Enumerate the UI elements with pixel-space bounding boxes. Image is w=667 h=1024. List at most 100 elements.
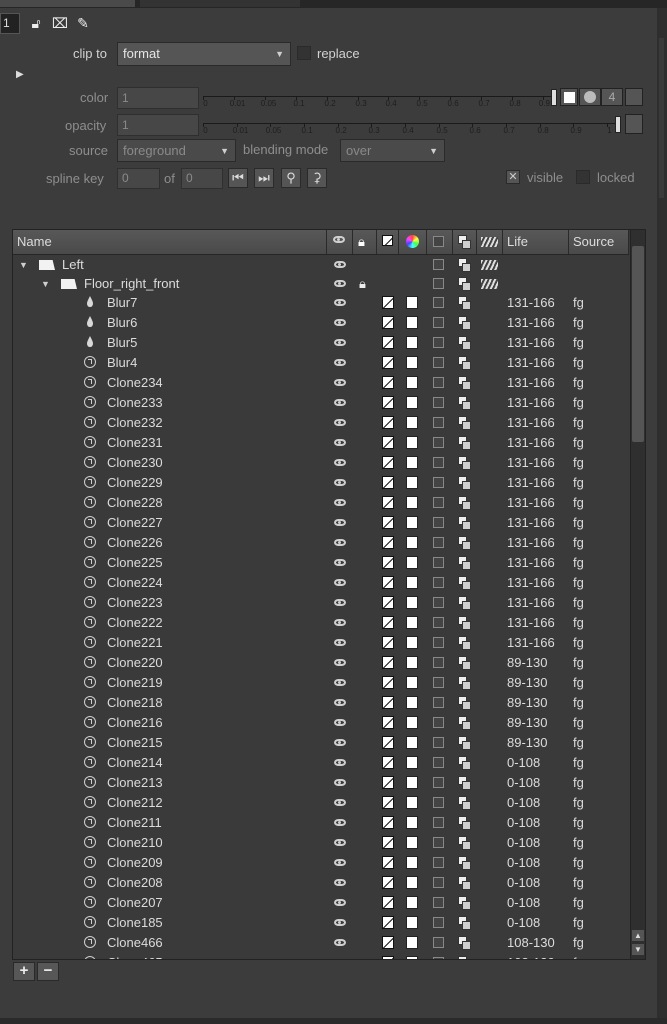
table-row[interactable]: Clone228 131-166 fg (13, 493, 629, 513)
overlay-toggle[interactable] (433, 457, 444, 468)
color-swatch[interactable] (406, 776, 418, 789)
channel-count-button[interactable]: 4 (601, 88, 623, 106)
eye-icon[interactable] (334, 959, 346, 960)
overlay-toggle[interactable] (433, 757, 444, 768)
table-row[interactable]: Clone466 108-130 fg (13, 933, 629, 953)
motionblur-toggle[interactable] (458, 296, 471, 310)
motionblur-toggle[interactable] (458, 776, 471, 790)
header-lock[interactable]: 🔒︎ (353, 230, 377, 254)
overlay-toggle[interactable] (433, 717, 444, 728)
eye-icon[interactable] (334, 699, 346, 706)
invert-toggle[interactable] (382, 856, 394, 869)
motionblur-toggle[interactable] (458, 456, 471, 470)
overlay-toggle[interactable] (433, 557, 444, 568)
eye-icon[interactable] (334, 899, 346, 906)
invert-toggle[interactable] (382, 736, 394, 749)
eye-icon[interactable] (334, 859, 346, 866)
panel-scrollbar[interactable] (657, 8, 667, 1018)
overlay-toggle[interactable] (433, 797, 444, 808)
eye-icon[interactable] (334, 799, 346, 806)
color-wheel-button[interactable] (579, 88, 601, 106)
invert-toggle[interactable] (382, 776, 394, 789)
eye-icon[interactable] (334, 539, 346, 546)
motionblur-toggle[interactable] (458, 536, 471, 550)
invert-toggle[interactable] (382, 596, 394, 609)
motionblur-toggle[interactable] (458, 656, 471, 670)
color-swatch[interactable] (406, 336, 418, 349)
eye-icon[interactable] (334, 280, 346, 287)
overlay-toggle[interactable] (433, 357, 444, 368)
invert-toggle[interactable] (382, 396, 394, 409)
motionblur-toggle[interactable] (458, 596, 471, 610)
overlay-toggle[interactable] (433, 477, 444, 488)
blending-mode-dropdown[interactable]: over ▼ (340, 139, 445, 162)
overlay-toggle[interactable] (433, 657, 444, 668)
overlay-toggle[interactable] (433, 777, 444, 788)
eye-icon[interactable] (334, 319, 346, 326)
header-color[interactable] (399, 230, 427, 254)
overlay-toggle[interactable] (433, 917, 444, 928)
color-swatch[interactable] (406, 796, 418, 809)
color-swatch[interactable] (406, 956, 418, 959)
color-swatch[interactable] (406, 516, 418, 529)
table-row[interactable]: Clone226 131-166 fg (13, 533, 629, 553)
table-row[interactable]: Clone185 0-108 fg (13, 913, 629, 933)
add-button[interactable]: + (13, 962, 35, 981)
tab-properties[interactable] (0, 0, 135, 7)
eye-icon[interactable] (334, 379, 346, 386)
remove-button[interactable]: − (37, 962, 59, 981)
eye-icon[interactable] (334, 919, 346, 926)
eye-icon[interactable] (334, 879, 346, 886)
overlay-toggle[interactable] (433, 897, 444, 908)
invert-toggle[interactable] (382, 716, 394, 729)
motionblur-toggle[interactable] (458, 856, 471, 870)
replace-checkbox[interactable] (297, 46, 311, 60)
invert-toggle[interactable] (382, 516, 394, 529)
color-swatch[interactable] (406, 536, 418, 549)
source-dropdown[interactable]: foreground ▼ (117, 139, 236, 162)
motionblur-toggle[interactable] (458, 936, 471, 950)
color-swatch[interactable] (406, 756, 418, 769)
eye-icon[interactable] (334, 759, 346, 766)
color-swatch[interactable] (406, 736, 418, 749)
motionblur-toggle[interactable] (458, 576, 471, 590)
invert-toggle[interactable] (382, 676, 394, 689)
eye-icon[interactable] (334, 419, 346, 426)
eye-icon[interactable] (334, 479, 346, 486)
eye-icon[interactable] (334, 579, 346, 586)
table-scrollbar[interactable]: ▲ ▼ (630, 230, 645, 959)
color-swatch[interactable] (406, 656, 418, 669)
eye-icon[interactable] (334, 679, 346, 686)
motionblur-toggle[interactable] (458, 636, 471, 650)
motionblur-toggle[interactable] (458, 736, 471, 750)
collapse-triangle-icon[interactable]: ▼ (41, 279, 50, 289)
invert-toggle[interactable] (382, 476, 394, 489)
table-scroll-thumb[interactable] (632, 246, 644, 442)
tab-other[interactable] (140, 0, 300, 7)
color-swatch[interactable] (406, 876, 418, 889)
motionblur-toggle[interactable] (458, 496, 471, 510)
color-swatch[interactable] (406, 296, 418, 309)
header-name[interactable]: Name (13, 230, 327, 254)
eye-icon[interactable] (334, 639, 346, 646)
overlay-toggle[interactable] (433, 317, 444, 328)
eye-icon[interactable] (334, 261, 346, 268)
invert-toggle[interactable] (382, 876, 394, 889)
invert-toggle[interactable] (382, 436, 394, 449)
table-row[interactable]: Clone216 89-130 fg (13, 713, 629, 733)
invert-toggle[interactable] (382, 456, 394, 469)
overlay-toggle[interactable] (433, 737, 444, 748)
frame-field[interactable]: 1 (0, 13, 20, 34)
table-row[interactable]: Clone219 89-130 fg (13, 673, 629, 693)
invert-toggle[interactable] (382, 796, 394, 809)
overlay-toggle[interactable] (433, 697, 444, 708)
color-slider[interactable]: 0 0.01 0.05 0.1 0.2 0.3 0.4 0.5 0.6 0.7 0.8 0.91 (203, 86, 557, 110)
table-row[interactable]: Clone465 108-130 fg (13, 953, 629, 960)
opacity-slider[interactable]: 0 0.01 0.05 0.1 0.2 0.3 0.4 0.5 0.6 0.7 0.8 0.9 1 (203, 113, 621, 137)
table-row[interactable]: Clone209 0-108 fg (13, 853, 629, 873)
motionblur-toggle[interactable] (458, 516, 471, 530)
panel-scroll-thumb[interactable] (659, 38, 664, 198)
motionblur-toggle[interactable] (458, 876, 471, 890)
color-swatch[interactable] (406, 496, 418, 509)
table-row[interactable]: Clone214 0-108 fg (13, 753, 629, 773)
